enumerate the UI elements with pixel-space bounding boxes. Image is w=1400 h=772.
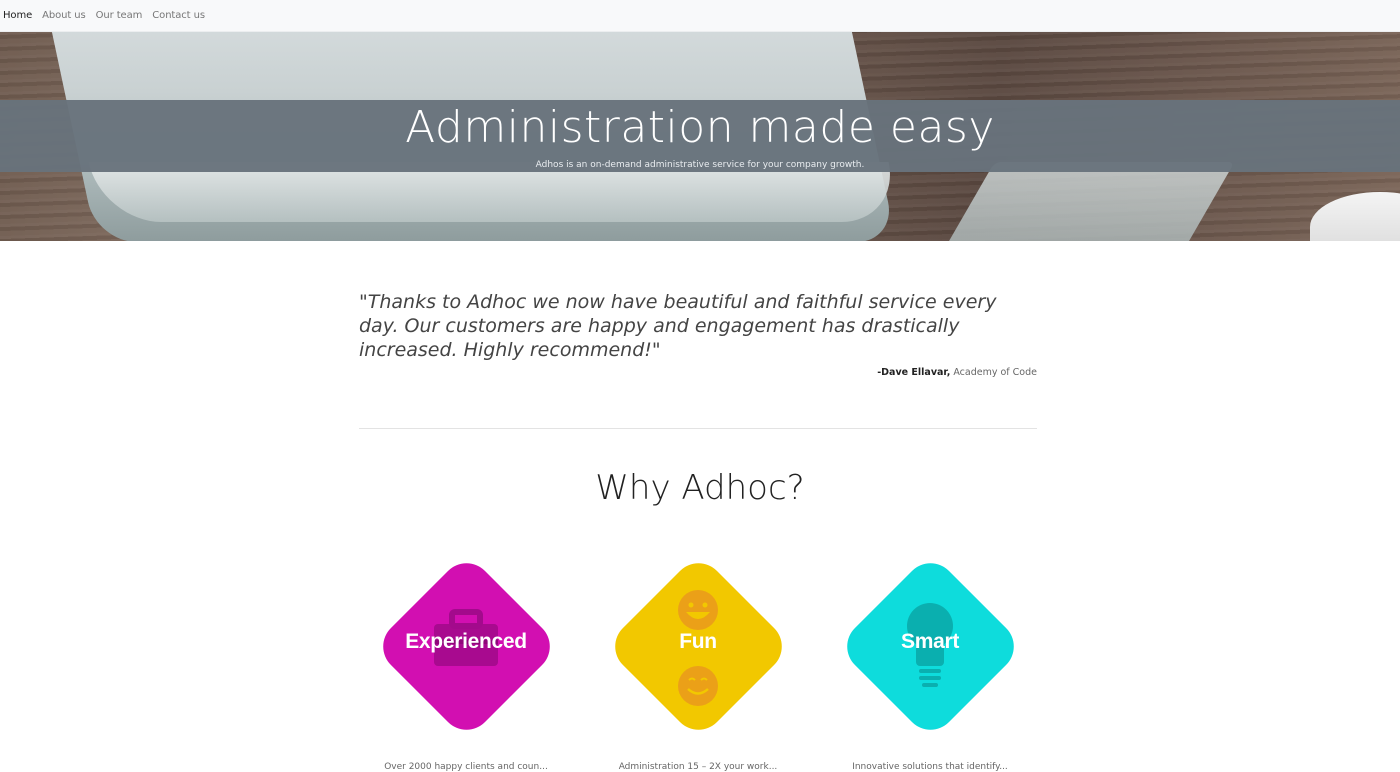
- feature-smart: Smart: [836, 552, 1025, 741]
- feature-experienced: Experienced: [372, 552, 561, 741]
- hero-banner: Administration made easy Adhos is an on-…: [0, 32, 1400, 241]
- testimonial-author: -Dave Ellavar,: [877, 367, 951, 378]
- feature-fun-blurb: Administration 15 – 2X your work...: [618, 762, 778, 772]
- hero-title: Administration made easy: [405, 102, 995, 153]
- feature-label: Fun: [679, 630, 717, 653]
- why-title: Why Adhoc?: [595, 468, 805, 508]
- feature-fun: Fun: [604, 552, 793, 741]
- nav-contact-link[interactable]: Contact us: [152, 10, 205, 21]
- section-divider: [359, 428, 1037, 429]
- nav-team-link[interactable]: Our team: [96, 10, 143, 21]
- testimonial-citation: -Dave Ellavar, Academy of Code: [700, 367, 1037, 378]
- feature-label: Experienced: [405, 630, 527, 653]
- feature-experienced-blurb: Over 2000 happy clients and coun...: [384, 762, 548, 772]
- feature-label: Smart: [900, 630, 960, 653]
- hero-subtitle: Adhos is an on-demand administrative ser…: [535, 160, 865, 170]
- testimonial-company: Academy of Code: [950, 367, 1037, 378]
- nav-about-link[interactable]: About us: [42, 10, 86, 21]
- testimonial-quote: "Thanks to Adhoc we now have beautiful a…: [359, 291, 997, 361]
- feature-smart-blurb: Innovative solutions that identify...: [852, 762, 1008, 772]
- nav-home-link[interactable]: Home: [3, 10, 32, 21]
- top-nav: Home About us Our team Contact us: [0, 0, 1400, 32]
